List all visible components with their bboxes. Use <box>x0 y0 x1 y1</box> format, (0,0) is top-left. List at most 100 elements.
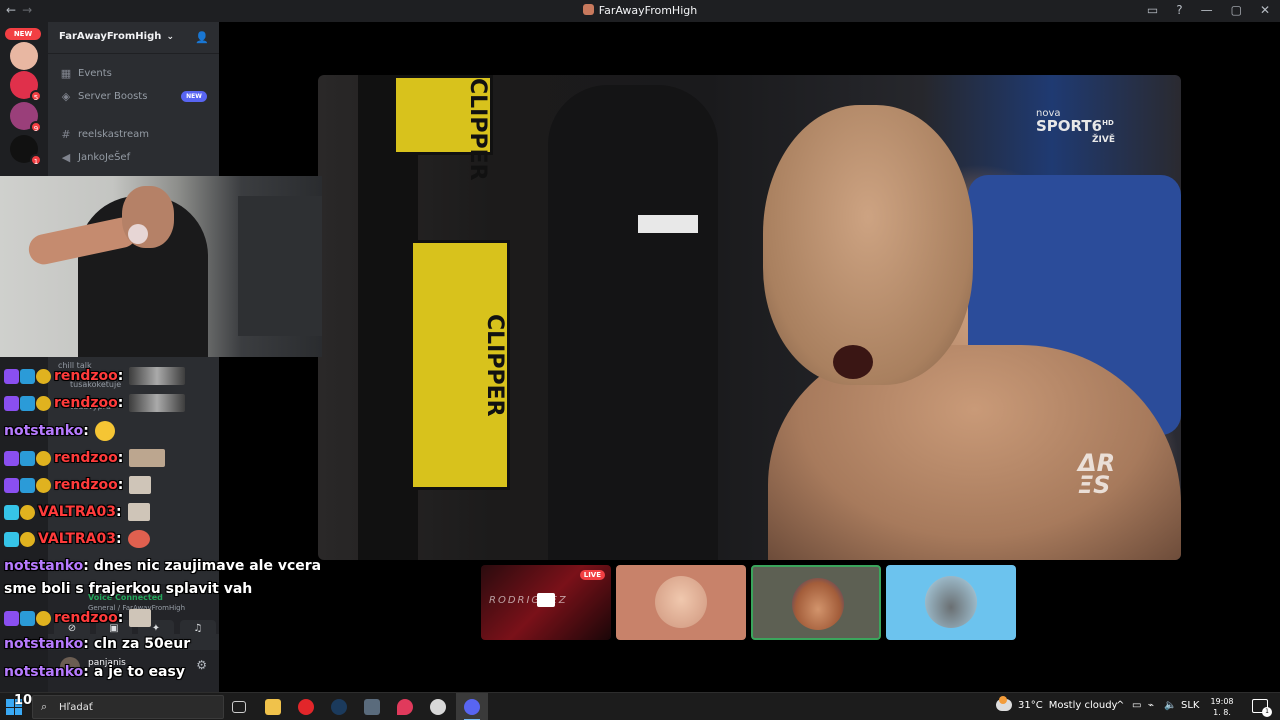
chat-message: notstanko : cln za 50eur <box>4 636 190 652</box>
server-icon-4[interactable]: 1 <box>10 135 42 166</box>
chat-username: VALTRA03 <box>38 504 116 520</box>
server-icon-1[interactable] <box>10 42 38 70</box>
emote-icon <box>129 394 186 412</box>
chat-separator: : <box>117 477 124 493</box>
emote-icon <box>129 367 186 385</box>
emote-icon <box>129 476 152 494</box>
new-tag: NEW <box>181 91 207 102</box>
chat-message: rendzoo : <box>4 476 152 494</box>
app-root: ← → FarAwayFromHigh ▭ ? — ▢ ✕ NEW 5 9 1 … <box>0 0 1280 720</box>
weather-desc: Mostly cloudy <box>1048 699 1118 711</box>
language-indicator[interactable]: SLK <box>1181 700 1199 711</box>
chat-separator: : <box>83 558 89 574</box>
task-view-icon[interactable] <box>232 701 246 713</box>
chat-separator: : <box>117 368 124 384</box>
participant-tile-speaking[interactable] <box>751 565 881 640</box>
tv-logo-line2: SPORT6 <box>1036 117 1103 135</box>
tv-logo-hd: HD <box>1102 119 1114 127</box>
boost-icon: ◈ <box>61 90 71 103</box>
file-explorer-icon[interactable] <box>265 699 281 715</box>
channel-reelskastream[interactable]: # reelskastream <box>60 128 149 141</box>
mention-badge: 1 <box>30 154 42 166</box>
chat-message: notstanko : <box>4 421 115 441</box>
tv-logo-line3: ŽIVĚ <box>1092 135 1115 145</box>
obs-icon[interactable] <box>430 699 446 715</box>
chat-message: notstanko : dnes nic zaujimave ale vcera <box>4 558 321 574</box>
discord-icon <box>464 699 480 715</box>
chat-text: dnes nic zaujimave ale vcera <box>93 558 322 574</box>
participant-tile[interactable] <box>886 565 1016 640</box>
participant-tile-stream[interactable]: LIVE RODRIGUEZ <box>481 565 611 640</box>
emote-icon <box>94 421 115 441</box>
win-number-overlay: 10 <box>14 693 33 708</box>
mention-badge: 5 <box>30 90 42 102</box>
maps-icon[interactable] <box>397 699 413 715</box>
channel-server-boosts[interactable]: ◈ Server Boosts <box>60 90 148 103</box>
emote-icon <box>129 609 152 627</box>
chat-separator: : <box>117 450 124 466</box>
avatar <box>792 578 844 630</box>
search-placeholder: Hľadať <box>59 702 93 713</box>
emote-icon <box>127 530 150 548</box>
guild-name: FarAwayFromHigh <box>59 31 162 42</box>
calendar-icon: ▦ <box>60 67 72 80</box>
calculator-icon[interactable] <box>364 699 380 715</box>
server-avatar-icon <box>582 4 594 15</box>
clock[interactable]: 19:08 1. 8. 2026 <box>1202 696 1242 720</box>
cup <box>128 224 148 244</box>
battery-icon[interactable]: ▭ <box>1132 700 1141 711</box>
notification-count: 1 <box>1262 707 1272 717</box>
ares-logo: ΔR ΞS <box>1078 451 1115 496</box>
weather-widget[interactable]: 31°C Mostly cloudy <box>996 696 1118 711</box>
cage-pad: CLIPPER <box>410 240 510 490</box>
chat-username: notstanko <box>4 558 84 574</box>
chat-separator: : <box>83 636 89 652</box>
referee <box>548 85 718 560</box>
bits-badge-icon <box>36 477 51 493</box>
close-button[interactable]: ✕ <box>1260 3 1270 17</box>
network-icon[interactable]: ⌁ <box>1148 700 1154 711</box>
emote-icon <box>129 449 166 467</box>
server-icon-3[interactable]: 9 <box>10 102 42 133</box>
gift-badge-icon <box>20 450 35 466</box>
minimize-button[interactable]: — <box>1201 3 1213 17</box>
help-icon[interactable]: ? <box>1176 3 1182 17</box>
tray-chevron-icon[interactable]: ^ <box>1116 700 1124 711</box>
steam-icon[interactable] <box>331 699 347 715</box>
chat-separator: : <box>83 664 89 680</box>
cage-pad: CLIPPER <box>393 75 493 181</box>
chat-message-continued: sme boli s frajerkou splavit vah <box>4 581 252 597</box>
maximize-button[interactable]: ▢ <box>1231 3 1242 17</box>
mention-badge: 9 <box>30 121 42 133</box>
bits-badge-icon <box>20 504 35 520</box>
search-icon: ⌕ <box>41 700 48 713</box>
chat-message: VALTRA03 : <box>4 530 150 548</box>
main-video[interactable]: CLIPPER CLIPPER nova SPORT6HD ŽIVĚ ΔR ΞS <box>318 75 1181 560</box>
avatar <box>655 576 707 628</box>
inbox-icon[interactable]: ▭ <box>1147 3 1158 17</box>
bits-badge-icon <box>36 450 51 466</box>
chat-text: sme boli s frajerkou splavit vah <box>4 581 253 597</box>
guild-header[interactable]: FarAwayFromHigh ⌄ 👤 <box>48 22 219 54</box>
chat-message: VALTRA03 : <box>4 503 150 521</box>
opera-icon[interactable] <box>298 699 314 715</box>
volume-icon[interactable]: 🔈 <box>1164 700 1176 711</box>
channel-jankojesef[interactable]: ◀ JankoJeŠef <box>60 151 130 164</box>
channel-events[interactable]: ▦ Events <box>60 67 112 80</box>
webcam-overlay <box>0 176 322 357</box>
title-bar: ← → FarAwayFromHigh ▭ ? — ▢ ✕ <box>0 0 1280 22</box>
gift-badge-icon <box>20 610 35 626</box>
chat-message: notstanko :a je to easy <box>4 664 185 680</box>
notification-center-icon[interactable]: 1 <box>1252 699 1272 717</box>
chat-text: a je to easy <box>93 664 185 680</box>
invite-people-icon[interactable]: 👤 <box>195 31 209 44</box>
chat-message: rendzoo : <box>4 449 166 467</box>
chat-separator: : <box>115 531 122 547</box>
taskbar-search-input[interactable]: ⌕ Hľadať <box>32 695 224 719</box>
taskbar: 10 ⌕ Hľadať 31°C Mostly cloudy ^ ▭ ⌁ 🔈 ▮… <box>0 692 1280 720</box>
server-icon-2[interactable]: 5 <box>10 71 42 102</box>
bits-badge-icon <box>36 610 51 626</box>
participant-tile[interactable] <box>616 565 746 640</box>
chat-separator: : <box>117 610 124 626</box>
gift-badge-icon <box>20 477 35 493</box>
